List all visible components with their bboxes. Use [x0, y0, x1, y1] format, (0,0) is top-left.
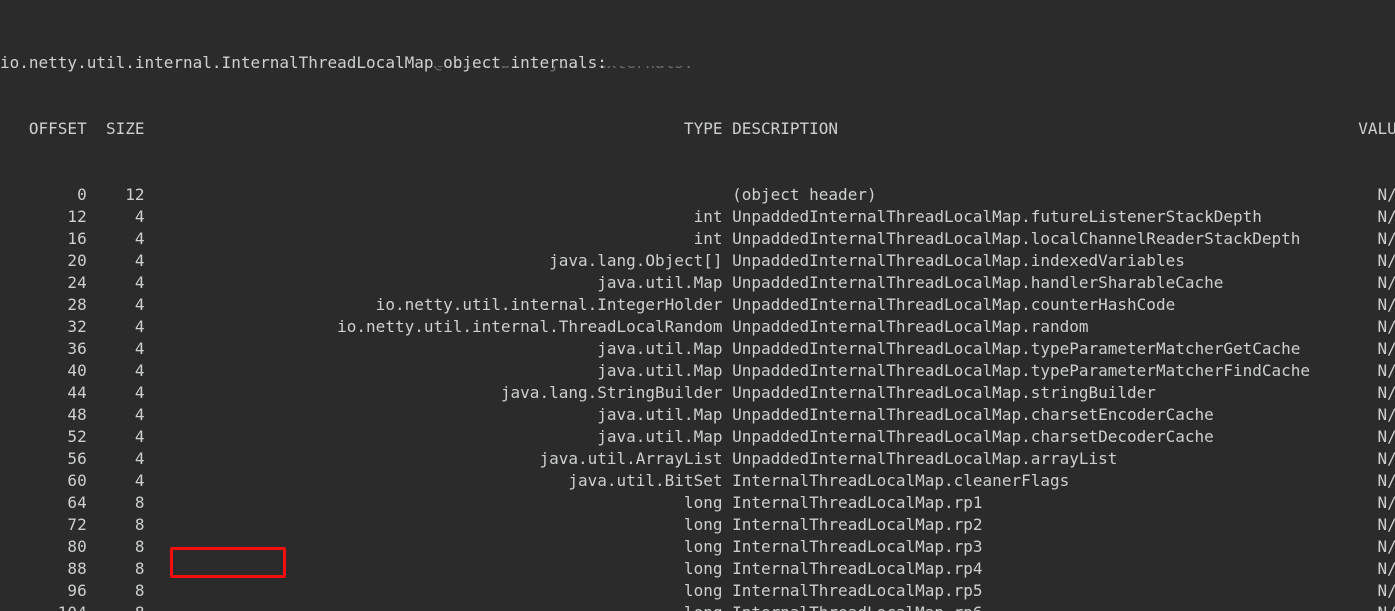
table-row: 56 4 java.util.ArrayList UnpaddedInterna…: [0, 449, 1395, 468]
table-header-text: OFFSET SIZE TYPE DESCRIPTION VALUE: [0, 119, 1395, 138]
table-row: 72 8 long InternalThreadLocalMap.rp2 N/A: [0, 515, 1395, 534]
table-row: 32 4 io.netty.util.internal.ThreadLocalR…: [0, 317, 1395, 336]
table-rows: 0 12 (object header) N/A 12 4 int Unpadd…: [0, 184, 1395, 611]
table-row: 0 12 (object header) N/A: [0, 185, 1395, 204]
terminal-output: io.netty.util.internal.InternalThreadLoc…: [0, 0, 1395, 611]
table-row: 16 4 int UnpaddedInternalThreadLocalMap.…: [0, 229, 1395, 248]
table-row: 80 8 long InternalThreadLocalMap.rp3 N/A: [0, 537, 1395, 556]
table-row: 104 8 long InternalThreadLocalMap.rp6 N/…: [0, 602, 1395, 611]
table-row: 96 8 long InternalThreadLocalMap.rp5 N/A: [0, 581, 1395, 600]
table-header-row: OFFSET SIZE TYPE DESCRIPTION VALUE: [0, 118, 1395, 140]
object-internals-title: io.netty.util.internal.InternalThreadLoc…: [0, 53, 607, 72]
table-row: 40 4 java.util.Map UnpaddedInternalThrea…: [0, 361, 1395, 380]
table-row: 52 4 java.util.Map UnpaddedInternalThrea…: [0, 427, 1395, 446]
terminal-content: io.netty.util.internal.InternalThreadLoc…: [0, 8, 1395, 611]
table-row: 64 8 long InternalThreadLocalMap.rp1 N/A: [0, 493, 1395, 512]
table-row: 60 4 java.util.BitSet InternalThreadLoca…: [0, 471, 1395, 490]
table-row: 88 8 long InternalThreadLocalMap.rp4 N/A: [0, 559, 1395, 578]
table-row: 20 4 java.lang.Object[] UnpaddedInternal…: [0, 251, 1395, 270]
table-row: 12 4 int UnpaddedInternalThreadLocalMap.…: [0, 207, 1395, 226]
table-row: 36 4 java.util.Map UnpaddedInternalThrea…: [0, 339, 1395, 358]
table-row: 48 4 java.util.Map UnpaddedInternalThrea…: [0, 405, 1395, 424]
table-row: 24 4 java.util.Map UnpaddedInternalThrea…: [0, 273, 1395, 292]
table-row: 28 4 io.netty.util.internal.IntegerHolde…: [0, 295, 1395, 314]
table-row: 44 4 java.lang.StringBuilder UnpaddedInt…: [0, 383, 1395, 402]
